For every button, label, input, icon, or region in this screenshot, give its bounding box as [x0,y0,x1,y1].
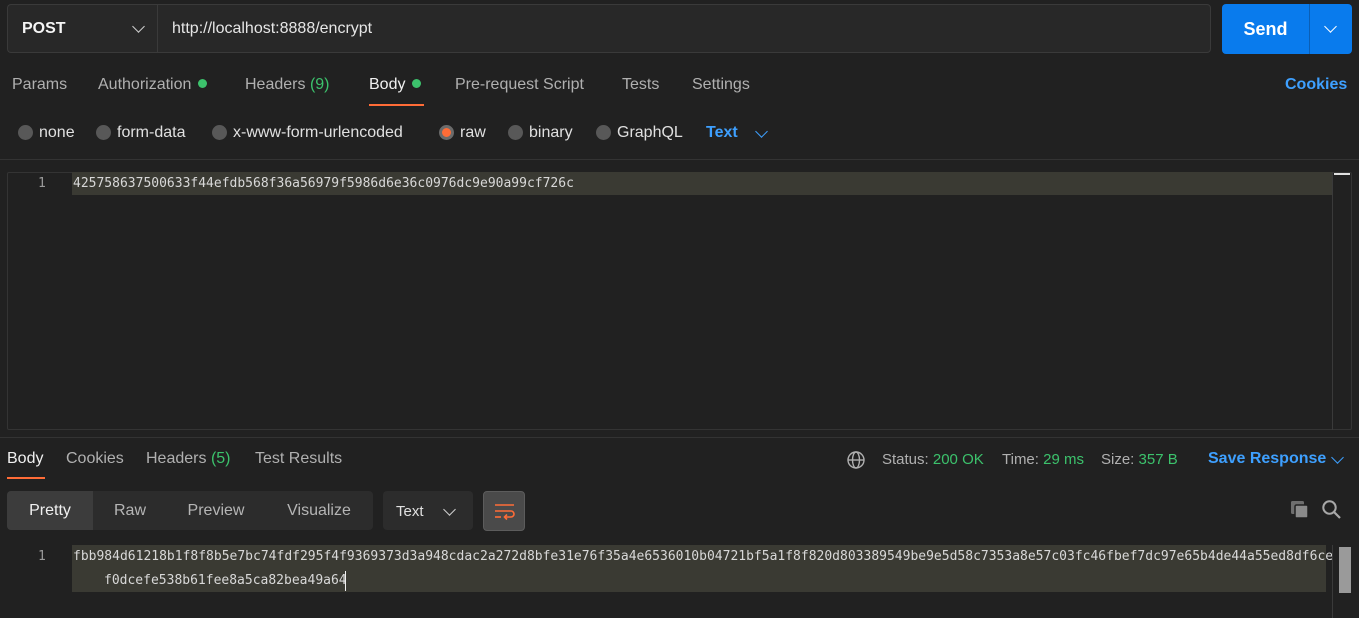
view-pretty[interactable]: Pretty [7,491,93,530]
chevron-down-icon [1324,20,1337,33]
tab-params[interactable]: Params [12,76,67,94]
chevron-down-icon[interactable] [755,125,768,138]
tab-authorization-label: Authorization [98,76,192,93]
tab-authorization[interactable]: Authorization [98,76,208,94]
radio-graphql[interactable] [596,125,611,140]
wrap-lines-button[interactable] [483,491,525,531]
radio-binary[interactable] [508,125,523,140]
scrollbar-thumb[interactable] [1334,173,1350,175]
view-preview[interactable]: Preview [167,491,265,530]
size-info: Size: 357 B [1101,451,1178,468]
response-format-label: Text [396,503,424,520]
copy-icon[interactable] [1289,499,1311,521]
method-select[interactable]: POST [7,4,157,53]
raw-format-select[interactable]: Text [706,124,738,142]
response-tab-cookies[interactable]: Cookies [66,450,124,468]
tab-headers[interactable]: Headers (9) [245,76,330,94]
scrollbar-thumb[interactable] [1339,547,1351,593]
chevron-down-icon [443,503,456,516]
send-button[interactable]: Send [1222,4,1309,54]
url-text: http://localhost:8888/encrypt [172,20,373,37]
response-headers-count: (5) [210,450,231,467]
view-visualize[interactable]: Visualize [265,491,373,530]
tab-body-label: Body [369,76,406,93]
radio-urlencoded[interactable] [212,125,227,140]
radio-none[interactable] [18,125,33,140]
chevron-down-icon[interactable] [1331,451,1344,464]
response-body-line[interactable]: fbb984d61218b1f8f8b5e7bc74fdf295f4f93693… [73,549,1333,564]
radio-raw[interactable] [439,125,454,140]
active-tab-indicator [7,477,45,479]
tab-prerequest-script[interactable]: Pre-request Script [455,76,584,94]
view-raw[interactable]: Raw [93,491,167,530]
line-number: 1 [38,549,46,564]
time-value: 29 ms [1043,451,1084,468]
url-input[interactable]: http://localhost:8888/encrypt [157,4,1211,53]
status-dot [412,79,422,89]
response-format-select[interactable]: Text [383,491,473,530]
response-tab-headers[interactable]: Headers (5) [146,450,231,468]
chevron-down-icon [132,20,145,33]
status-label: Status: [882,451,929,468]
tab-headers-label: Headers [245,76,306,93]
response-tab-test-results[interactable]: Test Results [255,450,342,468]
size-label: Size: [1101,451,1135,468]
editor-scrollbar[interactable] [1332,172,1352,430]
tab-settings[interactable]: Settings [692,76,750,94]
line-number: 1 [38,176,46,191]
cookies-link[interactable]: Cookies [1285,76,1347,94]
send-options-button[interactable] [1310,4,1352,54]
response-body-line-wrap[interactable]: f0dcefe538b61fee8a5ca82bea49a64 [104,573,347,588]
request-body-editor[interactable] [7,172,1352,430]
divider [0,437,1359,438]
status-info: Status: 200 OK [882,451,984,468]
radio-form-data[interactable] [96,125,111,140]
headers-count: (9) [309,76,330,93]
time-info: Time: 29 ms [1002,451,1084,468]
radio-form-data-label[interactable]: form-data [117,124,185,142]
request-body-text[interactable]: 425758637500633f44efdb568f36a56979f5986d… [73,176,574,191]
raw-format-label: Text [706,124,738,141]
status-dot [198,79,208,89]
tab-tests[interactable]: Tests [622,76,659,94]
save-response-button[interactable]: Save Response [1208,450,1326,468]
response-tab-body[interactable]: Body [7,450,43,468]
text-cursor [345,571,346,591]
search-icon[interactable] [1321,499,1343,521]
globe-icon[interactable] [846,450,866,470]
size-value: 357 B [1138,451,1178,468]
wrap-icon [495,504,515,521]
active-tab-indicator [369,104,424,106]
time-label: Time: [1002,451,1039,468]
response-tab-headers-label: Headers [146,450,207,467]
radio-none-label[interactable]: none [39,124,75,142]
tab-body[interactable]: Body [369,76,422,94]
radio-binary-label[interactable]: binary [529,124,573,142]
method-label: POST [22,20,66,37]
radio-graphql-label[interactable]: GraphQL [617,124,683,142]
radio-raw-label[interactable]: raw [460,124,486,142]
divider [0,159,1359,160]
response-view-switcher: Pretty Raw Preview Visualize [7,491,373,530]
radio-urlencoded-label[interactable]: x-www-form-urlencoded [233,124,403,142]
status-value: 200 OK [932,451,984,468]
